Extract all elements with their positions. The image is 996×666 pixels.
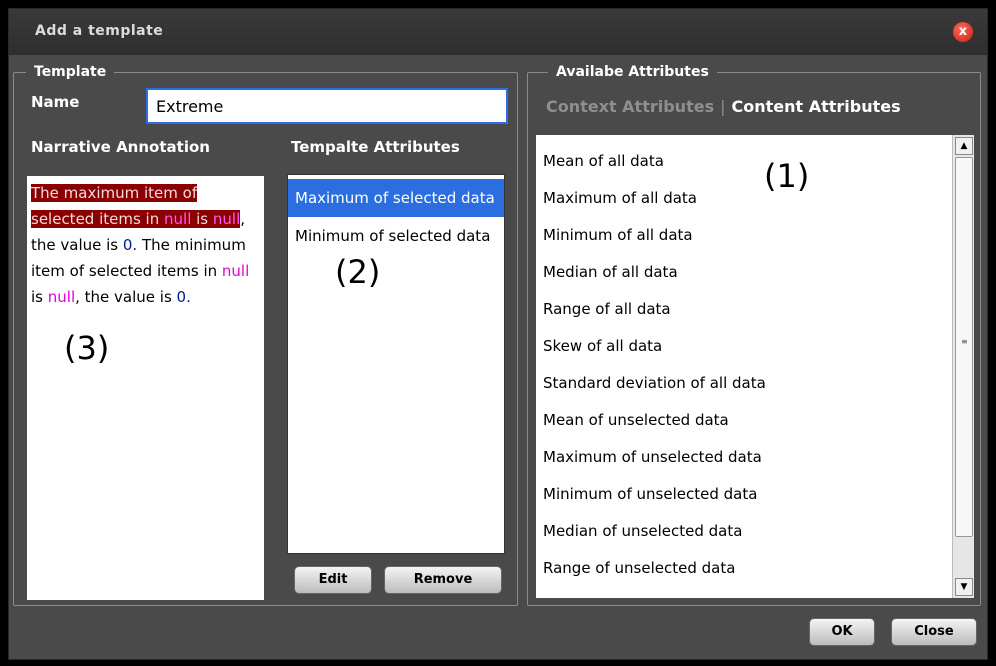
annotation-label-1: (1) (764, 157, 810, 195)
remove-button[interactable]: Remove (384, 566, 502, 594)
narrative-highlighted-span: The maximum item of selected items in nu… (31, 184, 241, 228)
name-label: Name (31, 93, 80, 111)
available-attribute-item[interactable]: Median of all data (536, 254, 974, 291)
grip-icon: ≡ (961, 337, 968, 346)
template-attributes-list[interactable]: Maximum of selected data Minimum of sele… (287, 174, 505, 554)
narrative-text: is (191, 210, 213, 228)
name-input[interactable] (146, 88, 508, 124)
ok-button[interactable]: OK (809, 618, 875, 646)
available-attributes-legend: Availabe Attributes (548, 64, 717, 80)
available-attribute-item[interactable]: Standard deviation of unselected data (536, 587, 974, 598)
dialog-title: Add a template (35, 23, 164, 39)
scroll-thumb[interactable]: ≡ (955, 157, 973, 537)
template-legend: Template (26, 64, 115, 80)
close-button[interactable]: Close (891, 618, 977, 646)
null-token: null (212, 210, 241, 228)
add-template-dialog: Add a template x Template Name Narrative… (8, 8, 988, 660)
narrative-text: is (31, 288, 48, 306)
attribute-tabs: Context Attributes | Content Attributes (546, 97, 901, 116)
available-attribute-item[interactable]: Skew of all data (536, 328, 974, 365)
available-attribute-item[interactable]: Range of all data (536, 291, 974, 328)
tab-context-attributes[interactable]: Context Attributes (546, 97, 714, 116)
available-attribute-item[interactable]: Range of unselected data (536, 550, 974, 587)
available-attributes-items: Mean of all data Maximum of all data Minim… (536, 135, 974, 598)
available-attribute-item[interactable]: Minimum of all data (536, 217, 974, 254)
scroll-down-button[interactable]: ▼ (955, 578, 973, 596)
value-token: 0. (122, 236, 138, 254)
narrative-text: , the value is (75, 288, 177, 306)
narrative-annotation-label: Narrative Annotation (31, 138, 210, 156)
annotation-label-3: (3) (64, 329, 110, 367)
tab-content-attributes[interactable]: Content Attributes (731, 97, 900, 116)
scrollbar[interactable]: ▲ ≡ ▼ (952, 135, 974, 598)
null-token: null (221, 262, 250, 280)
available-attributes-list[interactable]: Mean of all data Maximum of all data Minim… (536, 135, 974, 598)
template-attribute-item[interactable]: Minimum of selected data (288, 217, 504, 255)
title-bar[interactable]: Add a template x (9, 9, 987, 55)
available-attribute-item[interactable]: Mean of all data (536, 143, 974, 180)
template-attribute-item[interactable]: Maximum of selected data (288, 179, 504, 217)
available-attribute-item[interactable]: Standard deviation of all data (536, 365, 974, 402)
null-token: null (164, 210, 192, 228)
close-icon[interactable]: x (953, 22, 973, 42)
template-attributes-label: Tempalte Attributes (291, 138, 460, 156)
available-attribute-item[interactable]: Mean of unselected data (536, 402, 974, 439)
available-attribute-item[interactable]: Maximum of all data (536, 180, 974, 217)
available-attribute-item[interactable]: Maximum of unselected data (536, 439, 974, 476)
narrative-annotation-text[interactable]: The maximum item of selected items in nu… (27, 176, 264, 600)
value-token: 0. (176, 288, 191, 306)
annotation-label-2: (2) (335, 253, 381, 291)
available-attribute-item[interactable]: Median of unselected data (536, 513, 974, 550)
scroll-up-button[interactable]: ▲ (955, 137, 973, 155)
null-token: null (47, 288, 76, 306)
tab-separator: | (720, 97, 726, 116)
available-attribute-item[interactable]: Minimum of unselected data (536, 476, 974, 513)
edit-button[interactable]: Edit (294, 566, 372, 594)
